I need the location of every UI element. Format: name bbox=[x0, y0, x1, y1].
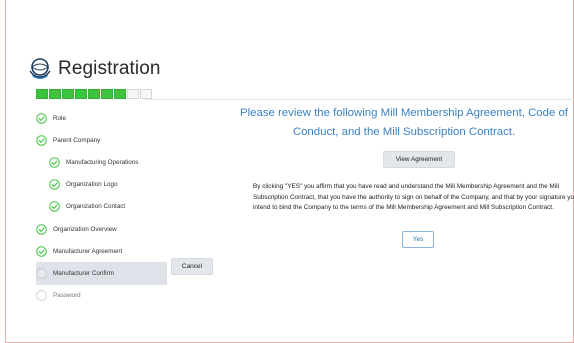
check-circle-icon bbox=[49, 179, 60, 190]
cancel-button[interactable]: Cancel bbox=[171, 258, 213, 275]
progress-bar bbox=[36, 89, 152, 99]
step-label: Manufacturer Confirm bbox=[53, 269, 114, 277]
check-circle-icon bbox=[36, 135, 47, 146]
step-item[interactable]: Manufacturer Agreement bbox=[36, 240, 167, 262]
step-item[interactable]: Password bbox=[36, 285, 167, 307]
step-label: Organization Contact bbox=[66, 203, 126, 211]
progress-segment bbox=[49, 89, 61, 99]
step-item[interactable]: Organization Contact bbox=[36, 196, 167, 218]
check-circle-icon bbox=[36, 112, 47, 124]
step-label: Password bbox=[53, 292, 81, 300]
step-label: Manufacturing Operations bbox=[66, 158, 139, 166]
view-agreement-button[interactable]: View Agreement bbox=[383, 151, 455, 168]
check-circle-icon bbox=[49, 201, 60, 213]
progress-segment bbox=[140, 89, 152, 99]
check-circle-icon bbox=[49, 157, 60, 168]
main-content: Please review the following Mill Members… bbox=[228, 104, 574, 248]
progress-segment bbox=[36, 89, 48, 99]
progress-segment bbox=[127, 89, 139, 99]
step-item[interactable]: Parent Company bbox=[36, 129, 167, 151]
step-item[interactable]: Role bbox=[36, 107, 167, 129]
empty-circle-icon bbox=[36, 290, 47, 302]
header-divider bbox=[145, 99, 574, 100]
check-circle-icon bbox=[36, 223, 47, 235]
affirmation-text: By clicking "YES" you affirm that you ha… bbox=[253, 183, 574, 212]
progress-segment bbox=[75, 89, 87, 99]
progress-segment bbox=[62, 89, 74, 99]
page-header: Registration bbox=[28, 54, 161, 84]
step-item[interactable]: Manufacturer Confirm bbox=[36, 262, 167, 285]
check-circle-icon bbox=[36, 245, 47, 257]
yes-button[interactable]: Yes bbox=[402, 231, 434, 248]
progress-segment bbox=[101, 89, 113, 99]
step-label: Manufacturer Agreement bbox=[53, 247, 123, 255]
step-item[interactable]: Manufacturing Operations bbox=[36, 151, 167, 173]
review-heading: Please review the following Mill Members… bbox=[240, 107, 568, 138]
step-label: Role bbox=[53, 114, 66, 122]
step-item[interactable]: Organization Logo bbox=[36, 174, 167, 196]
progress-segment bbox=[88, 89, 100, 99]
step-label: Organization Logo bbox=[66, 181, 118, 189]
step-label: Parent Company bbox=[53, 136, 101, 144]
step-list: Role Parent Company Manufacturing Operatio… bbox=[36, 107, 167, 307]
page-title: Registration bbox=[58, 58, 161, 79]
progress-segment bbox=[114, 89, 126, 99]
empty-circle-icon bbox=[36, 267, 47, 279]
hands-globe-logo-icon bbox=[29, 58, 51, 79]
step-item[interactable]: Organization Overview bbox=[36, 218, 167, 240]
step-label: Organization Overview bbox=[53, 225, 117, 233]
app-frame: Registration Role Parent Company Manufactu… bbox=[5, 0, 574, 343]
